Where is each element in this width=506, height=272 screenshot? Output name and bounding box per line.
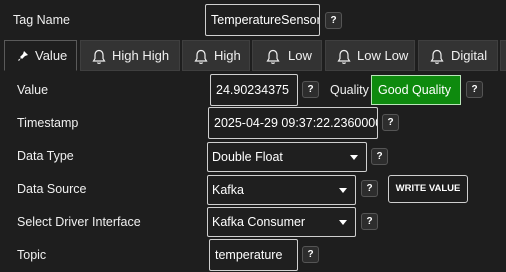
tab-low-low[interactable]: Low Low: [325, 40, 415, 71]
data-type-selected-value: Double Float: [212, 150, 283, 164]
timestamp-label: Timestamp: [17, 116, 79, 130]
chevron-down-icon: [339, 220, 347, 225]
bell-icon: [194, 49, 208, 64]
write-value-button[interactable]: WRITE VALUE: [388, 175, 468, 203]
tab-digital[interactable]: Digital: [418, 40, 498, 71]
tab-digital-label: Digital: [451, 48, 488, 63]
driver-interface-selected-value: Kafka Consumer: [212, 215, 306, 229]
topic-help-button[interactable]: ?: [302, 246, 319, 263]
bell-icon: [430, 49, 444, 64]
data-source-label: Data Source: [17, 182, 87, 196]
timestamp-input[interactable]: 2025-04-29 09:37:22.2360000: [208, 107, 378, 139]
tab-high-high-label: High High: [112, 48, 170, 63]
tab-high-high[interactable]: High High: [80, 40, 180, 71]
timestamp-help-button[interactable]: ?: [382, 114, 399, 131]
value-input[interactable]: 24.90234375: [210, 74, 298, 106]
data-source-select[interactable]: Kafka: [207, 175, 356, 205]
driver-interface-help-button[interactable]: ?: [361, 213, 378, 230]
tab-low-low-label: Low Low: [357, 48, 409, 63]
value-help-button[interactable]: ?: [302, 81, 319, 98]
topic-label: Topic: [17, 248, 47, 262]
tag-name-input[interactable]: TemperatureSensor: [205, 4, 320, 36]
driver-interface-select[interactable]: Kafka Consumer: [207, 207, 356, 237]
data-source-help-button[interactable]: ?: [361, 180, 378, 197]
chevron-down-icon: [350, 155, 358, 160]
alarm-tabs: Value High High High Low Low Low Digital: [0, 40, 506, 73]
tag-name-label: Tag Name: [13, 13, 70, 27]
data-source-selected-value: Kafka: [212, 183, 244, 197]
bell-icon: [337, 49, 351, 64]
quality-help-button[interactable]: ?: [466, 81, 483, 98]
data-type-label: Data Type: [17, 149, 74, 163]
tab-value[interactable]: Value: [4, 40, 77, 71]
quality-status-badge: Good Quality: [371, 75, 461, 105]
tag-name-help-button[interactable]: ?: [325, 12, 342, 29]
pin-icon: [18, 51, 28, 61]
chevron-down-icon: [339, 188, 347, 193]
bell-icon: [92, 49, 106, 64]
data-type-help-button[interactable]: ?: [371, 148, 388, 165]
tab-overflow[interactable]: [500, 40, 506, 71]
tab-high[interactable]: High: [182, 40, 250, 71]
quality-label: Quality: [330, 83, 369, 97]
tab-low[interactable]: Low: [252, 40, 322, 71]
tab-low-label: Low: [288, 48, 312, 63]
bell-icon: [266, 49, 280, 64]
data-type-select[interactable]: Double Float: [207, 142, 367, 172]
tab-high-label: High: [214, 48, 241, 63]
driver-interface-label: Select Driver Interface: [17, 215, 141, 229]
value-label: Value: [17, 83, 49, 97]
tab-value-label: Value: [35, 48, 68, 63]
topic-input[interactable]: temperature: [209, 239, 298, 271]
